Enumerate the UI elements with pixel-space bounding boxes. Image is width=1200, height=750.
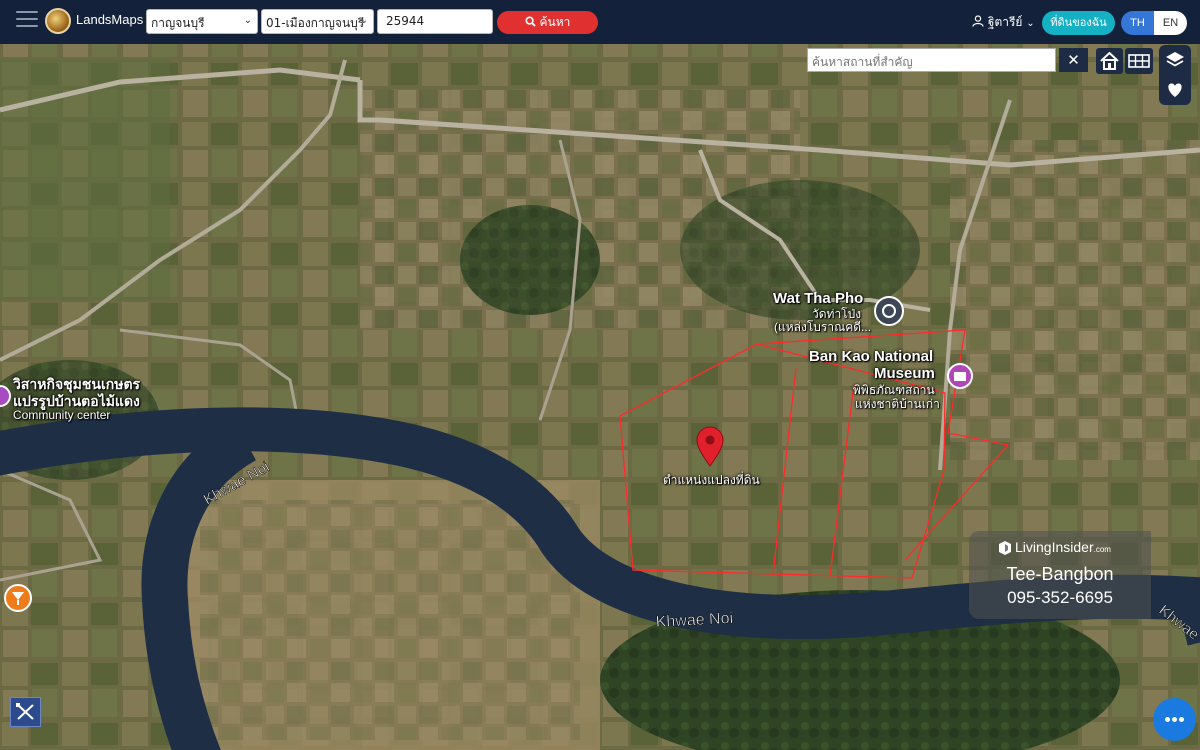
watermark-brand-text: LivingInsider	[1015, 539, 1094, 555]
museum-name-en-line1: Ban Kao National	[809, 348, 934, 365]
chevron-down-icon: ⌄	[359, 15, 368, 26]
search-button[interactable]: ค้นหา	[497, 11, 598, 34]
ruler-pencil-icon	[16, 703, 34, 720]
watermark-agent-name: Tee-Bangbon	[1006, 564, 1114, 584]
measure-tool-button[interactable]	[10, 697, 41, 727]
menu-icon[interactable]	[16, 11, 38, 31]
community-name-en: Community center	[13, 408, 111, 422]
dot	[1165, 717, 1170, 722]
watermark-phone: 095-352-6695	[1007, 588, 1113, 607]
user-icon	[972, 15, 984, 27]
top-navigation-bar: LandsMaps กาญจนบุรี ⌄ 01-เมืองกาญจนบุรี …	[0, 0, 1200, 44]
bar-poi-icon[interactable]	[4, 584, 32, 612]
watermark-brand: LivingInsider.com	[1015, 539, 1111, 555]
livinginsider-watermark: LivingInsider.com Tee-Bangbon 095-352-66…	[969, 531, 1151, 619]
place-search-input[interactable]: ค้นหาสถานที่สำคัญ	[807, 48, 1056, 72]
heart-icon	[1168, 83, 1182, 97]
home-icon	[1100, 51, 1119, 70]
parcel-number-value: 25944	[386, 14, 425, 28]
museum-name-en-line2: Museum	[874, 365, 935, 382]
app-root: LandsMaps กาญจนบุรี ⌄ 01-เมืองกาญจนบุรี …	[0, 0, 1200, 750]
dot	[1172, 717, 1177, 722]
clear-search-button[interactable]: ✕	[1059, 48, 1088, 72]
province-select[interactable]: กาญจนบุรี ⌄	[146, 9, 258, 34]
more-options-button[interactable]	[1153, 698, 1196, 741]
parcel-pin-label: ตำแหน่งแปลงที่ดิน	[663, 473, 760, 487]
grid-icon	[1128, 54, 1150, 68]
search-icon	[525, 16, 536, 27]
parcel-number-input[interactable]: 25944	[377, 9, 493, 34]
brand-name: LandsMaps	[76, 12, 144, 27]
chevron-down-icon: ⌄	[243, 15, 252, 26]
place-search-placeholder: ค้นหาสถานที่สำคัญ	[812, 55, 913, 69]
map-canvas: Khwae Noi Khwae Noi Khwae	[0, 44, 1200, 750]
user-name: ฐิตารีย์	[987, 15, 1023, 29]
museum-name-th-line2: แห่งชาติบ้านเก่า	[855, 397, 940, 411]
landsmaps-logo	[45, 8, 71, 34]
dot	[1179, 717, 1184, 722]
district-value: 01-เมืองกาญจนบุรี	[266, 16, 365, 30]
province-value: กาญจนบุรี	[151, 16, 205, 30]
layers-button[interactable]	[1159, 45, 1191, 75]
layers-icon	[1166, 52, 1184, 67]
home-button[interactable]	[1096, 48, 1123, 74]
district-select[interactable]: 01-เมืองกาญจนบุรี ⌄	[261, 9, 374, 34]
satellite-map[interactable]: Khwae Noi Khwae Noi Khwae	[0, 44, 1200, 750]
favorites-button[interactable]	[1159, 75, 1191, 105]
lang-th-button[interactable]: TH	[1121, 11, 1154, 35]
chevron-down-icon: ⌄	[1026, 18, 1035, 29]
temple-poi-icon[interactable]	[874, 296, 904, 326]
user-menu[interactable]: ฐิตารีย์ ⌄	[972, 13, 1035, 32]
my-land-button[interactable]: ที่ดินของฉัน	[1042, 11, 1115, 35]
museum-poi-icon[interactable]	[947, 363, 973, 389]
search-button-label: ค้นหา	[539, 15, 571, 29]
watermark-brand-suffix: .com	[1093, 545, 1111, 554]
temple-subtitle: (แหล่งโบราณคดี...	[774, 320, 872, 334]
grid-toggle-button[interactable]	[1125, 48, 1153, 74]
livinginsider-logo-icon	[999, 541, 1011, 555]
lang-en-button[interactable]: EN	[1154, 11, 1187, 35]
